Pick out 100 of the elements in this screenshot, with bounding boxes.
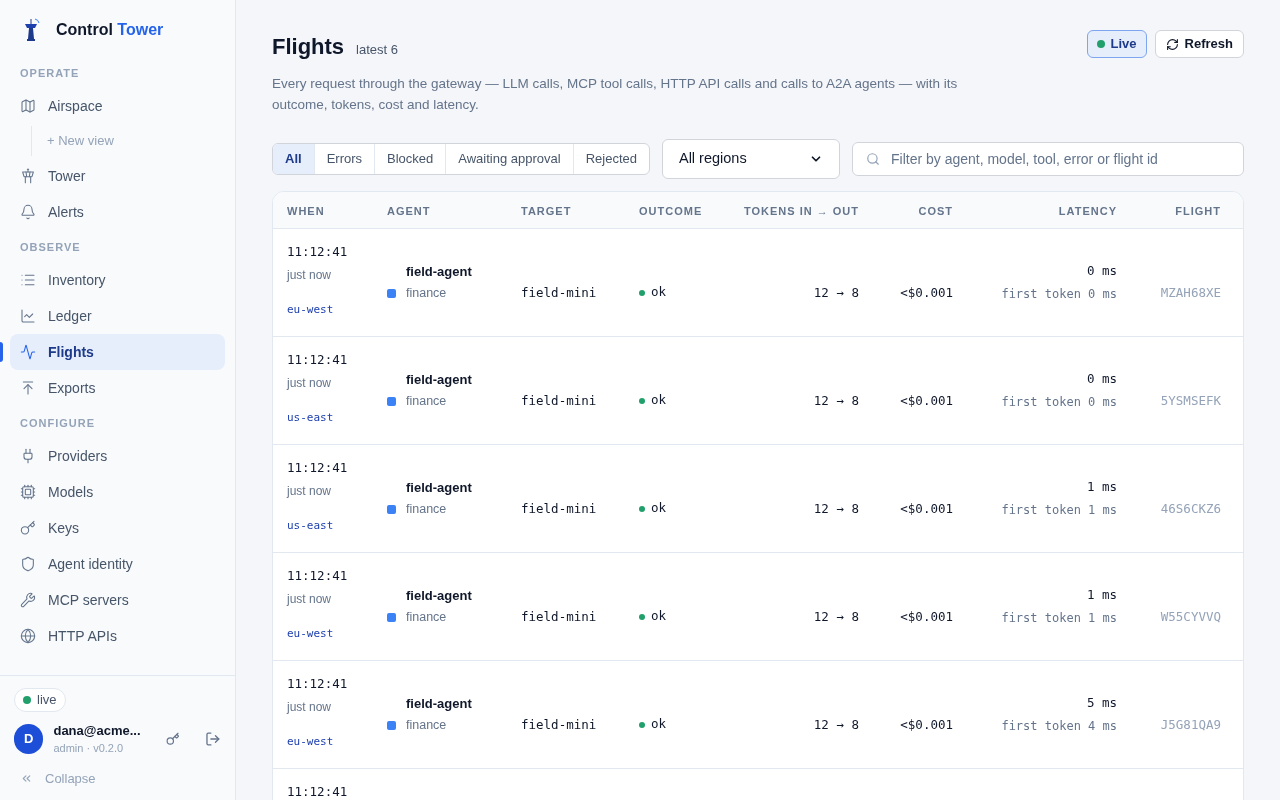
user-email: dana@acme...	[53, 721, 142, 740]
chip-icon	[20, 484, 36, 500]
filter-tab[interactable]: All	[273, 144, 315, 174]
target-cell: field-mini	[521, 716, 597, 732]
team-name: finance	[406, 393, 447, 411]
target-cell: field-mini	[521, 608, 597, 624]
latency-value: 0 ms	[1085, 262, 1117, 281]
time-text: 11:12:41	[287, 675, 349, 693]
column-header: LATENCY	[1058, 205, 1117, 217]
filter-tab[interactable]: Blocked	[375, 144, 447, 174]
relative-time: just now	[287, 590, 333, 608]
list-icon	[20, 272, 36, 288]
latency-value: 0 ms	[1085, 370, 1117, 389]
latency-value: 1 ms	[1085, 586, 1117, 605]
nav-item[interactable]: Alerts	[10, 194, 225, 230]
outcome-label: ok	[651, 499, 667, 518]
relative-time: just now	[287, 374, 333, 392]
first-token-latency: first token 1 ms	[1000, 501, 1117, 519]
user-role: admin · v0.2.0	[53, 741, 125, 756]
flight-id: W55CYVVQ	[1160, 608, 1221, 624]
key-icon[interactable]	[165, 731, 180, 746]
nav-item[interactable]: MCP servers	[10, 582, 225, 618]
wrench-icon	[20, 592, 36, 608]
search-icon	[865, 152, 880, 166]
page-title: Flights	[272, 33, 345, 61]
outcome-label: ok	[651, 607, 667, 626]
region-tag: us-east	[287, 517, 387, 535]
filter-tab[interactable]: Awaiting approval	[446, 144, 574, 174]
bell-icon	[20, 204, 36, 220]
agent-name: field-agent	[406, 586, 473, 605]
team-name: finance	[406, 285, 447, 303]
region-tag: eu-west	[287, 301, 387, 319]
column-header: TOKENS IN → OUT	[743, 205, 859, 217]
nav-item[interactable]: Exports	[10, 370, 225, 406]
region-tag: eu-west	[287, 625, 387, 643]
result-count: latest 6	[356, 41, 399, 59]
control-tower-icon	[22, 18, 42, 42]
flight-id: 46S6CKZ6	[1160, 500, 1221, 516]
relative-time: just now	[287, 482, 333, 500]
relative-time: just now	[287, 266, 333, 284]
filter-tab[interactable]: Rejected	[573, 144, 649, 174]
first-token-latency: first token 0 ms	[1000, 393, 1117, 411]
nav-item[interactable]: HTTP APIs	[10, 618, 225, 654]
filter-tab[interactable]: Errors	[314, 144, 375, 174]
agent-name: field-agent	[406, 370, 473, 389]
tokens-cell: 12 → 8	[813, 392, 859, 408]
team-name: finance	[406, 501, 447, 519]
line-chart-icon	[20, 308, 36, 324]
nav-item[interactable]: Flights	[10, 334, 225, 370]
cost-cell: <$0.001	[900, 284, 953, 300]
first-token-latency: first token 1 ms	[1000, 609, 1117, 627]
nav-item[interactable]: Ledger	[10, 298, 225, 334]
cost-cell: <$0.001	[900, 392, 953, 408]
logout-icon[interactable]	[205, 730, 221, 747]
region-tag: eu-west	[287, 733, 387, 751]
time-text: 11:12:41	[287, 567, 349, 585]
nav-item[interactable]: Agent identity	[10, 546, 225, 582]
column-header: FLIGHT	[1175, 205, 1221, 217]
team-name: finance	[406, 717, 447, 735]
column-header: WHEN	[287, 205, 325, 217]
upload-icon	[20, 380, 36, 396]
time-text: 11:12:41	[287, 459, 349, 477]
time-text: 11:12:41	[287, 783, 349, 800]
tower-icon	[20, 168, 36, 184]
nav-item[interactable]: Tower	[10, 158, 225, 194]
pulse-icon	[20, 344, 36, 360]
page-description: Every request through the gateway — LLM calls, MCP tool calls, HTTP API calls and calls to A2A agents — with its outcome, tokens, cost and latency.	[272, 75, 959, 114]
nav-item[interactable]: Models	[10, 474, 225, 510]
map-icon	[20, 98, 36, 114]
tokens-cell: 12 → 8	[813, 284, 859, 300]
target-cell: field-mini	[521, 500, 597, 516]
outcome-label: ok	[651, 391, 667, 410]
time-text: 11:12:41	[287, 351, 349, 369]
globe-icon	[20, 628, 36, 644]
section-heading: OPERATE	[19, 65, 81, 81]
search-field[interactable]: Filter by agent, model, tool, error or flight id	[851, 142, 1244, 176]
tokens-cell: 12 → 8	[813, 716, 859, 732]
agent-name: field-agent	[406, 262, 473, 281]
cost-cell: <$0.001	[900, 716, 953, 732]
first-token-latency: first token 0 ms	[1000, 285, 1117, 303]
shield-icon	[20, 556, 36, 572]
region-select[interactable]: All regions	[661, 139, 840, 179]
cost-cell: <$0.001	[900, 608, 953, 624]
status-label: live	[37, 690, 57, 709]
agent-name: field-agent	[406, 694, 473, 713]
nav-item[interactable]: Airspace	[10, 88, 225, 124]
flight-id: MZAH68XE	[1160, 284, 1221, 300]
agent-name: field-agent	[406, 478, 473, 497]
nav-item[interactable]: Inventory	[10, 262, 225, 298]
brand-name: Control Tower	[56, 20, 164, 40]
flight-id: J5G81QA9	[1160, 716, 1221, 732]
nav-item[interactable]: Keys	[10, 510, 225, 546]
first-token-latency: first token 4 ms	[1000, 717, 1117, 735]
refresh-button[interactable]: Refresh	[1154, 30, 1244, 58]
nav-item[interactable]: Providers	[10, 438, 225, 474]
live-toggle[interactable]: Live	[1086, 30, 1147, 58]
section-heading: CONFIGURE	[19, 415, 96, 431]
region-tag: us-east	[287, 409, 387, 427]
plug-icon	[20, 448, 36, 464]
outcome-label: ok	[651, 715, 667, 734]
